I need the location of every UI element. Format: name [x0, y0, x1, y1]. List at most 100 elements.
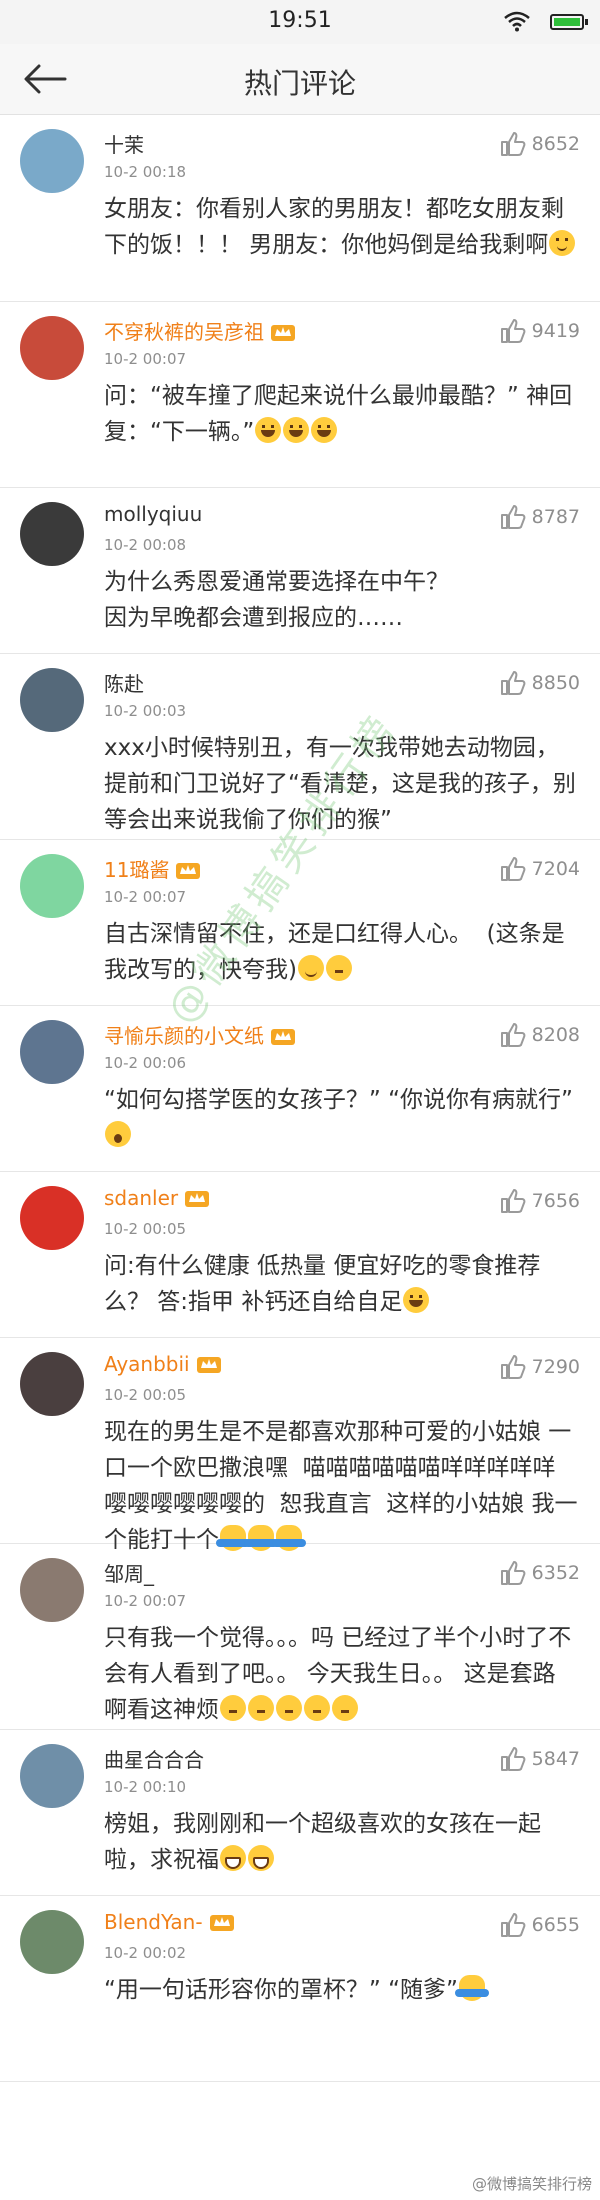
- author-name: sdanler: [104, 1186, 179, 1210]
- avatar[interactable]: [20, 1910, 84, 1974]
- vip-crown-icon: [185, 1191, 210, 1207]
- comment-item: 寻愉乐颜的小文纸 10-2 00:06 8208 “如何勾搭学医的女孩子？” “你说你…: [0, 1006, 600, 1172]
- avatar[interactable]: [20, 316, 84, 380]
- think-emoji-icon: [220, 1695, 246, 1721]
- laugh-emoji-icon: [283, 417, 310, 443]
- comment-text: “如何勾搭学医的女孩子？” “你说你有病就行”: [104, 1082, 578, 1154]
- thumbs-up-icon: [500, 1189, 526, 1213]
- wifi-icon: [504, 11, 530, 32]
- like-button[interactable]: 8208: [498, 1020, 580, 1050]
- avatar[interactable]: [20, 1352, 84, 1416]
- comment-item: 不穿秋裤的吴彦祖 10-2 00:07 9419 问：“被车撞了爬起来说什么最帅最酷？…: [0, 302, 600, 488]
- think-emoji-icon: [325, 955, 352, 981]
- avatar[interactable]: [20, 129, 84, 193]
- comment-body: 问：“被车撞了爬起来说什么最帅最酷？” 神回复：“下一辆。”: [104, 383, 573, 445]
- author-name: 邹周_: [104, 1562, 154, 1586]
- think-emoji-icon: [248, 1695, 274, 1721]
- like-button[interactable]: 8787: [498, 502, 580, 532]
- comment-author[interactable]: 十茉: [104, 129, 144, 158]
- comment-list: 十茉 10-2 00:18 8652 女朋友：你看别人家的男朋友！都吃女朋友剩下的饭！…: [0, 115, 600, 2082]
- comment-time: 10-2 00:02: [104, 1944, 187, 1962]
- like-button[interactable]: 7656: [498, 1186, 580, 1216]
- thumbs-up-icon: [500, 132, 526, 156]
- comment-author[interactable]: 曲星合合合: [104, 1744, 204, 1773]
- comment-author[interactable]: 邹周_: [104, 1558, 154, 1587]
- avatar[interactable]: [20, 1558, 84, 1622]
- vip-crown-icon: [271, 1029, 295, 1045]
- comment-item: 邹周_ 10-2 00:07 6352 只有我一个觉得。。。吗 已经过了半个小时了不会…: [0, 1544, 600, 1730]
- like-button[interactable]: 8850: [498, 668, 580, 698]
- comment-author[interactable]: BlendYan-: [104, 1910, 235, 1934]
- comment-author[interactable]: 寻愉乐颜的小文纸: [104, 1020, 296, 1049]
- comment-item: mollyqiuu 10-2 00:08 8787 为什么秀恩爱通常要选择在中午？ 因…: [0, 488, 600, 654]
- comment-time: 10-2 00:03: [104, 702, 187, 720]
- like-button[interactable]: 8652: [498, 129, 580, 159]
- avatar[interactable]: [20, 854, 84, 918]
- comment-body: 为什么秀恩爱通常要选择在中午？ 因为早晚都会遭到报应的……: [104, 569, 449, 631]
- author-name: Ayanbbii: [104, 1352, 190, 1376]
- comment-time: 10-2 00:06: [104, 1054, 187, 1072]
- comment-author[interactable]: Ayanbbii: [104, 1352, 222, 1376]
- comment-author[interactable]: 不穿秋裤的吴彦祖: [104, 316, 296, 345]
- shock-emoji-icon: [105, 1121, 131, 1147]
- comment-body: “用一句话形容你的罩杯？” “随爹”: [104, 1977, 458, 2003]
- like-count: 8850: [531, 672, 580, 694]
- like-button[interactable]: 5847: [498, 1744, 580, 1774]
- comment-author[interactable]: 11璐酱: [104, 854, 201, 883]
- comment-body: 现在的男生是不是都喜欢那种可爱的小姑娘 一口一个欧巴撒浪嘿 喵喵喵喵喵喵咩咩咩咩…: [104, 1419, 578, 1553]
- comment-text: 为什么秀恩爱通常要选择在中午？ 因为早晚都会遭到报应的……: [104, 564, 578, 636]
- avatar[interactable]: [20, 1186, 84, 1250]
- thumbs-up-icon: [500, 857, 526, 881]
- comment-author[interactable]: sdanler: [104, 1186, 210, 1210]
- like-button[interactable]: 6655: [498, 1910, 580, 1940]
- avatar[interactable]: [20, 1744, 84, 1808]
- comment-body: 女朋友：你看别人家的男朋友！都吃女朋友剩下的饭！！！ 男朋友：你他妈倒是给我剩啊: [104, 196, 564, 258]
- comment-time: 10-2 00:07: [104, 350, 187, 368]
- status-bar: 19:51: [0, 0, 600, 44]
- like-button[interactable]: 7290: [498, 1352, 580, 1382]
- grin-emoji-icon: [220, 1845, 246, 1871]
- avatar[interactable]: [20, 1020, 84, 1084]
- thumbs-up-icon: [500, 1355, 526, 1379]
- footer-watermark: @微博搞笑排行榜: [471, 2175, 592, 2193]
- like-count: 6352: [531, 1562, 580, 1584]
- comment-time: 10-2 00:05: [104, 1220, 187, 1238]
- thumbs-up-icon: [500, 1561, 526, 1585]
- thumbs-up-icon: [500, 1747, 526, 1771]
- author-name: 11璐酱: [104, 858, 170, 882]
- comment-text: “用一句话形容你的罩杯？” “随爹”: [104, 1972, 578, 2008]
- page-title: 热门评论: [243, 67, 356, 100]
- comment-text: 女朋友：你看别人家的男朋友！都吃女朋友剩下的饭！！！ 男朋友：你他妈倒是给我剩啊: [104, 191, 578, 263]
- comment-item: 曲星合合合 10-2 00:10 5847 榜姐，我刚刚和一个超级喜欢的女孩在一起啦，…: [0, 1730, 600, 1896]
- comment-item: Ayanbbii 10-2 00:05 7290 现在的男生是不是都喜欢那种可爱的小姑…: [0, 1338, 600, 1553]
- like-count: 7656: [531, 1190, 580, 1212]
- battery-icon: [550, 14, 588, 30]
- avatar[interactable]: [20, 668, 84, 732]
- avatar[interactable]: [20, 502, 84, 566]
- comment-body: 问:有什么健康 低热量 便宜好吃的零食推荐么？ 答:指甲 补钙还自给自足: [104, 1253, 541, 1315]
- comment-time: 10-2 00:10: [104, 1778, 187, 1796]
- vip-crown-icon: [271, 325, 295, 341]
- author-name: 不穿秋裤的吴彦祖: [104, 320, 264, 344]
- author-name: 寻愉乐颜的小文纸: [104, 1024, 264, 1048]
- author-name: BlendYan-: [104, 1910, 203, 1934]
- comment-author[interactable]: 陈赴: [104, 668, 144, 697]
- vip-crown-icon: [209, 1915, 234, 1931]
- nav-bar: 热门评论: [0, 44, 600, 115]
- like-count: 7290: [531, 1356, 580, 1378]
- like-button[interactable]: 7204: [498, 854, 580, 884]
- comment-text: 自古深情留不住，还是口红得人心。 (这条是我改写的，快夸我): [104, 916, 578, 988]
- comment-item: sdanler 10-2 00:05 7656 问:有什么健康 低热量 便宜好吃的零食…: [0, 1172, 600, 1338]
- comment-text: 榜姐，我刚刚和一个超级喜欢的女孩在一起啦，求祝福: [104, 1806, 578, 1878]
- like-count: 8787: [531, 506, 580, 528]
- wink-emoji-icon: [297, 955, 324, 981]
- like-button[interactable]: 9419: [498, 316, 580, 346]
- comment-time: 10-2 00:05: [104, 1386, 187, 1404]
- comment-item: 11璐酱 10-2 00:07 7204 自古深情留不住，还是口红得人心。 (这条是我…: [0, 840, 600, 1006]
- like-button[interactable]: 6352: [498, 1558, 580, 1588]
- think-emoji-icon: [276, 1695, 302, 1721]
- thumbs-up-icon: [500, 671, 526, 695]
- comment-author[interactable]: mollyqiuu: [104, 502, 202, 526]
- vip-crown-icon: [176, 863, 201, 879]
- laugh-emoji-icon: [403, 1287, 430, 1313]
